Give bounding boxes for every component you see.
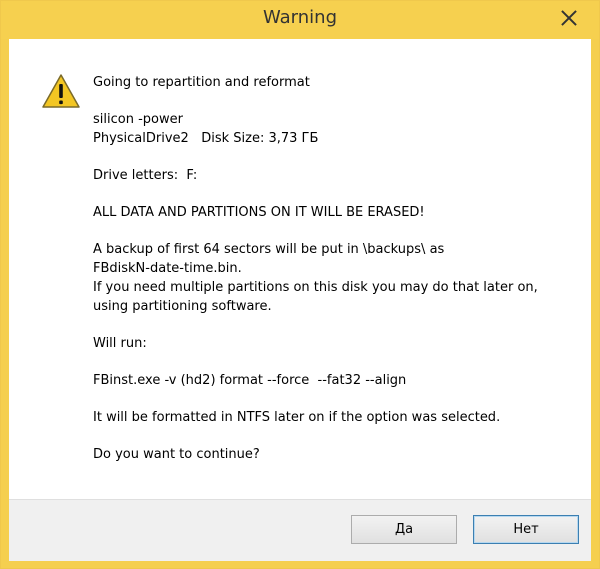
dialog-title: Warning [262, 7, 337, 28]
no-button[interactable]: Нет [473, 515, 579, 544]
message-line: silicon -power [93, 112, 183, 127]
message-line: ALL DATA AND PARTITIONS ON IT WILL BE ER… [93, 205, 425, 220]
message-line: It will be formatted in NTFS later on if… [93, 410, 501, 425]
warning-icon [42, 74, 80, 108]
yes-button[interactable]: Да [351, 515, 457, 544]
message-line: using partitioning software. [93, 299, 272, 314]
message-line: Drive letters: F: [93, 168, 198, 183]
message-line: If you need multiple partitions on this … [93, 280, 538, 295]
message-line: PhysicalDrive2 Disk Size: 3,73 ГБ [93, 131, 319, 146]
message-line: Will run: [93, 336, 147, 351]
warning-dialog: Warning Going to repartition and reforma… [0, 0, 600, 569]
title-bar[interactable]: Warning [1, 1, 599, 39]
message-line: FBdiskN-date-time.bin. [93, 261, 242, 276]
message-line: A backup of first 64 sectors will be put… [93, 242, 445, 257]
button-bar: Да Нет [9, 499, 591, 561]
close-button[interactable] [557, 7, 581, 31]
message-line: Going to repartition and reformat [93, 75, 310, 90]
message-line: FBinst.exe -v (hd2) format --force --fat… [93, 373, 407, 388]
message-text: Going to repartition and reformat silico… [93, 73, 563, 464]
message-line: Do you want to continue? [93, 447, 260, 462]
dialog-body: Going to repartition and reformat silico… [9, 39, 591, 560]
